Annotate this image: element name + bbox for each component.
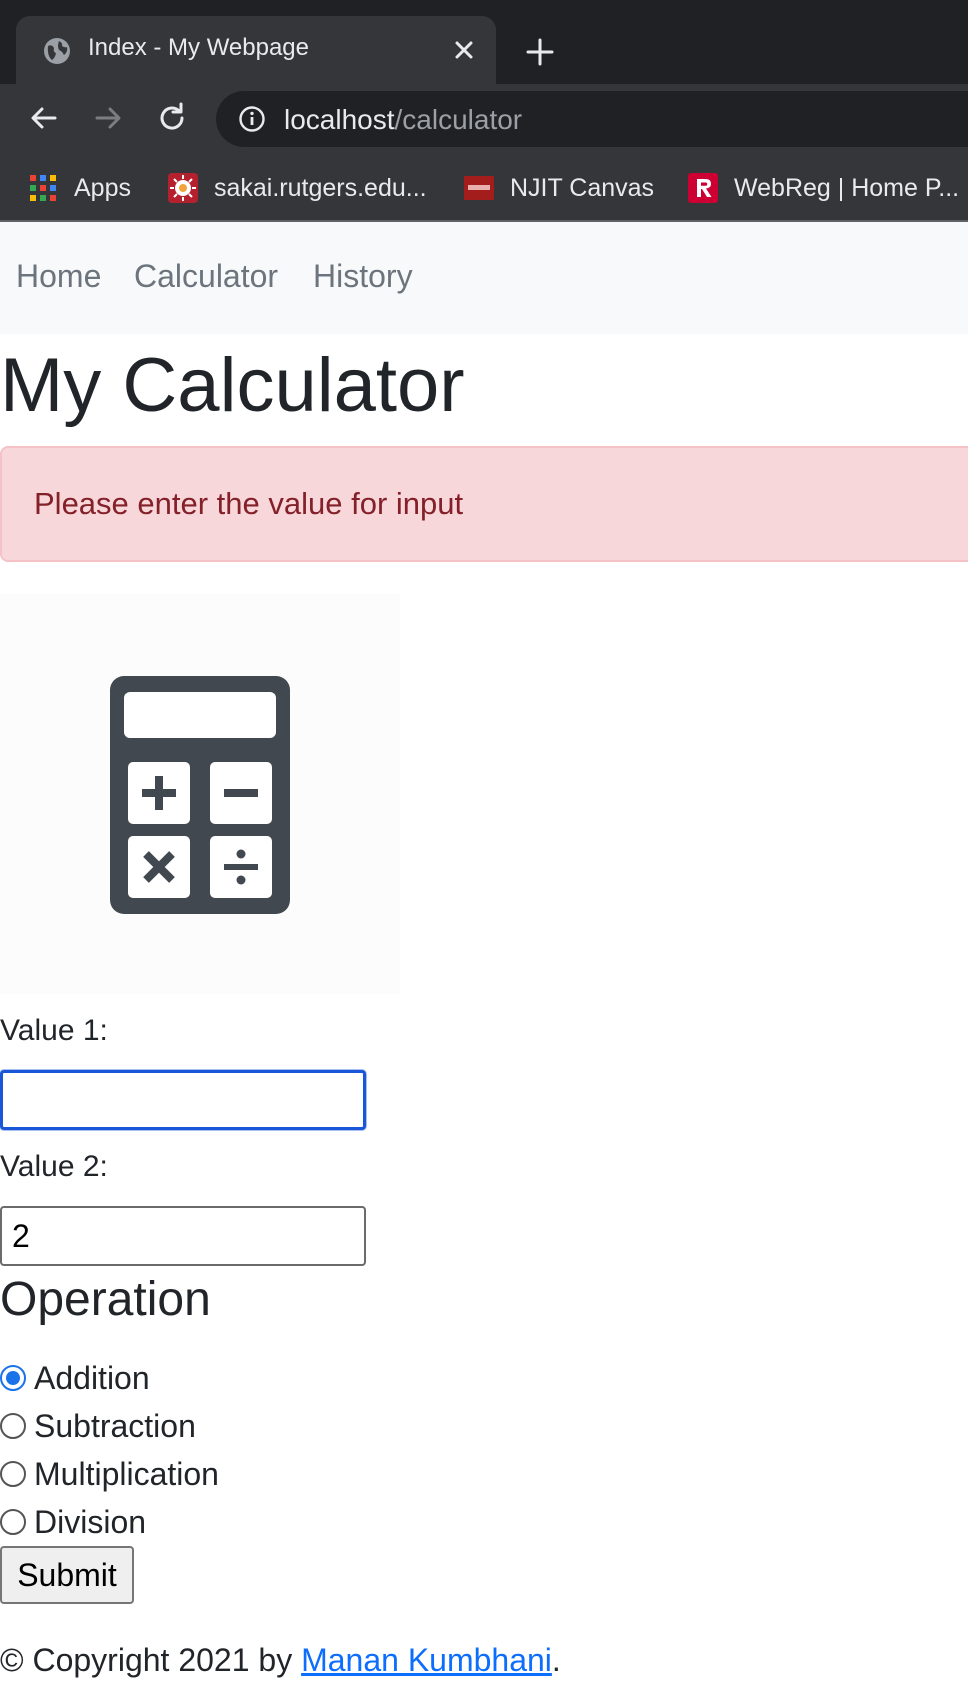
author-link[interactable]: Manan Kumbhani bbox=[301, 1642, 552, 1678]
tab-title: Index - My Webpage bbox=[88, 34, 310, 61]
njit-icon bbox=[464, 176, 494, 200]
alert-message: Please enter the value for input bbox=[34, 486, 464, 521]
operation-option-division[interactable]: Division bbox=[0, 1500, 146, 1544]
url-text: localhost/calculator bbox=[284, 104, 522, 136]
radio-label-subtraction: Subtraction bbox=[34, 1407, 196, 1444]
bookmark-label: WebReg | Home P... bbox=[734, 173, 960, 202]
bookmark-label: Apps bbox=[74, 173, 131, 202]
tab-strip: Index - My Webpage bbox=[0, 0, 968, 84]
operation-heading: Operation bbox=[0, 1273, 211, 1326]
browser-tab[interactable]: Index - My Webpage bbox=[16, 16, 496, 84]
nav-link-home[interactable]: Home bbox=[16, 258, 101, 295]
forward-arrow-icon[interactable] bbox=[88, 98, 128, 138]
radio-subtraction[interactable] bbox=[0, 1413, 26, 1439]
value1-label: Value 1: bbox=[0, 1014, 108, 1047]
value2-label: Value 2: bbox=[0, 1150, 108, 1183]
calculator-icon bbox=[110, 676, 290, 914]
globe-icon bbox=[44, 38, 70, 64]
nav-link-history[interactable]: History bbox=[313, 258, 413, 295]
radio-label-addition: Addition bbox=[34, 1359, 150, 1396]
apps-grid-icon bbox=[30, 175, 56, 201]
bookmarks-bar: Apps sakai.rutgers.edu... NJIT Canvas We… bbox=[0, 156, 968, 220]
rutgers-r-icon bbox=[688, 173, 718, 203]
calculator-image bbox=[0, 594, 400, 994]
submit-button[interactable]: Submit bbox=[0, 1546, 134, 1604]
close-icon[interactable] bbox=[450, 36, 478, 64]
info-icon[interactable] bbox=[238, 105, 266, 133]
bookmark-label: sakai.rutgers.edu... bbox=[214, 173, 427, 202]
bookmark-sakai[interactable]: sakai.rutgers.edu... bbox=[168, 170, 427, 206]
site-navbar: Home Calculator History bbox=[0, 222, 968, 334]
footer-copyright: © Copyright 2021 by bbox=[0, 1642, 302, 1678]
page-title: My Calculator bbox=[0, 343, 465, 428]
url-host: localhost bbox=[284, 104, 395, 135]
bookmark-webreg[interactable]: WebReg | Home P... bbox=[688, 170, 959, 206]
operation-option-subtraction[interactable]: Subtraction bbox=[0, 1404, 196, 1448]
value2-input[interactable] bbox=[0, 1206, 366, 1266]
bookmark-njit-canvas[interactable]: NJIT Canvas bbox=[464, 170, 654, 206]
back-arrow-icon[interactable] bbox=[24, 98, 64, 138]
reload-icon[interactable] bbox=[152, 98, 192, 138]
radio-addition[interactable] bbox=[0, 1365, 26, 1391]
url-path: /calculator bbox=[394, 104, 523, 135]
browser-chrome: Index - My Webpage localhost/calculator … bbox=[0, 0, 968, 222]
error-alert: Please enter the value for input bbox=[0, 446, 968, 562]
address-bar[interactable]: localhost/calculator bbox=[216, 91, 968, 147]
operation-option-addition[interactable]: Addition bbox=[0, 1356, 150, 1400]
value1-input[interactable] bbox=[0, 1070, 366, 1130]
bookmark-label: NJIT Canvas bbox=[510, 173, 655, 202]
radio-multiplication[interactable] bbox=[0, 1461, 26, 1487]
radio-label-division: Division bbox=[34, 1503, 147, 1540]
nav-link-calculator[interactable]: Calculator bbox=[134, 258, 278, 295]
bookmark-apps[interactable]: Apps bbox=[28, 170, 131, 206]
footer-period: . bbox=[551, 1642, 561, 1678]
browser-toolbar: localhost/calculator bbox=[0, 84, 968, 154]
radio-label-multiplication: Multiplication bbox=[34, 1455, 219, 1492]
new-tab-icon[interactable] bbox=[522, 34, 558, 70]
radio-division[interactable] bbox=[0, 1509, 26, 1535]
operation-option-multiplication[interactable]: Multiplication bbox=[0, 1452, 219, 1496]
footer: © Copyright 2021 by Manan Kumbhani. bbox=[0, 1642, 561, 1679]
sakai-icon bbox=[168, 173, 198, 203]
